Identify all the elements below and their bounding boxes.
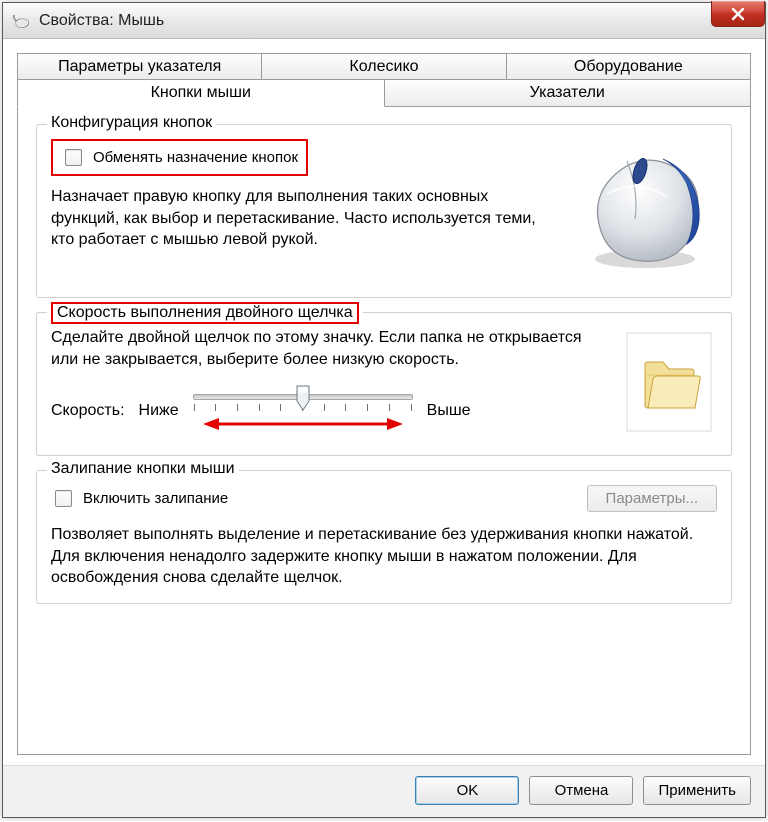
clicklock-label: Включить залипание <box>83 490 228 507</box>
double-click-description: Сделайте двойной щелчок по этому значку.… <box>51 327 603 370</box>
swap-buttons-description: Назначает правую кнопку для выполнения т… <box>51 186 549 251</box>
dialog-footer: OK Отмена Применить <box>3 765 765 817</box>
swap-buttons-checkbox[interactable] <box>65 149 82 166</box>
slider-thumb-icon <box>296 385 310 411</box>
group-double-click-title: Скорость выполнения двойного щелчка <box>47 302 363 324</box>
close-button[interactable] <box>711 1 765 27</box>
tab-pointer-options[interactable]: Параметры указателя <box>17 53 262 80</box>
fast-label: Выше <box>427 402 471 420</box>
tab-buttons[interactable]: Кнопки мыши <box>17 79 385 107</box>
mouse-properties-window: Свойства: Мышь Параметры указателя Колес… <box>2 2 766 818</box>
group-button-config-title: Конфигурация кнопок <box>47 114 216 132</box>
titlebar[interactable]: Свойства: Мышь <box>3 3 765 39</box>
clicklock-settings-button: Параметры... <box>587 485 717 512</box>
mouse-illustration <box>567 139 717 283</box>
mouse-icon <box>11 11 31 31</box>
group-button-config: Конфигурация кнопок Обменять назначение … <box>36 124 732 298</box>
clicklock-checkbox[interactable] <box>55 490 72 507</box>
group-clicklock-title: Залипание кнопки мыши <box>47 460 239 478</box>
apply-button[interactable]: Применить <box>643 776 751 805</box>
close-icon <box>730 7 746 21</box>
tab-pointers[interactable]: Указатели <box>384 79 752 107</box>
group-clicklock: Залипание кнопки мыши Включить залипание… <box>36 470 732 604</box>
window-title: Свойства: Мышь <box>39 12 164 30</box>
speed-label: Скорость: <box>51 402 125 420</box>
clicklock-description: Позволяет выполнять выделение и перетаск… <box>51 524 717 589</box>
slow-label: Ниже <box>139 402 179 420</box>
cancel-button[interactable]: Отмена <box>529 776 633 805</box>
folder-test-icon[interactable] <box>621 327 717 441</box>
group-double-click: Скорость выполнения двойного щелчка Сдел… <box>36 312 732 456</box>
speed-slider[interactable] <box>193 384 413 437</box>
tabs: Параметры указателя Колесико Оборудовани… <box>17 53 751 107</box>
ok-button[interactable]: OK <box>415 776 519 805</box>
highlight-swap-buttons: Обменять назначение кнопок <box>51 139 308 176</box>
tab-panel-buttons: Конфигурация кнопок Обменять назначение … <box>17 106 751 755</box>
red-arrow-annotation <box>203 415 403 433</box>
speed-slider-row: Скорость: Ниже <box>51 384 603 437</box>
client-area: Параметры указателя Колесико Оборудовани… <box>3 39 765 765</box>
tab-wheel[interactable]: Колесико <box>261 53 506 80</box>
tab-hardware[interactable]: Оборудование <box>506 53 751 80</box>
swap-buttons-label: Обменять назначение кнопок <box>93 149 298 166</box>
